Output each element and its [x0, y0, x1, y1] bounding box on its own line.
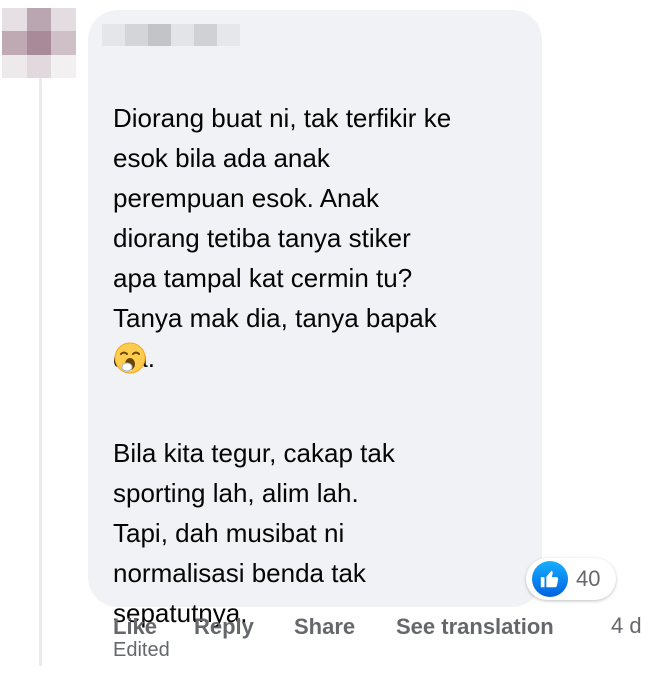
avatar[interactable] — [2, 8, 76, 78]
see-translation-button[interactable]: See translation — [396, 614, 554, 640]
comment-text: Diorang buat ni, tak terfikir ke esok bi… — [113, 58, 533, 418]
edited-label[interactable]: Edited — [113, 639, 170, 662]
commenter-name-blurred[interactable] — [102, 24, 240, 46]
comment-paragraph-2: Bila kita tegur, cakap tak sporting lah,… — [113, 438, 395, 628]
thumbs-up-icon — [532, 561, 568, 597]
yawning-face-emoji — [114, 342, 146, 374]
reaction-count: 40 — [576, 566, 601, 591]
share-button[interactable]: Share — [294, 614, 355, 640]
comment-paragraph-1: Diorang buat ni, tak terfikir ke esok bi… — [113, 103, 452, 373]
thread-line — [39, 78, 42, 666]
timestamp[interactable]: 4 d — [611, 613, 642, 639]
like-button[interactable]: Like — [113, 614, 157, 640]
reply-button[interactable]: Reply — [194, 614, 254, 640]
reaction-summary[interactable]: 40 — [526, 558, 616, 600]
